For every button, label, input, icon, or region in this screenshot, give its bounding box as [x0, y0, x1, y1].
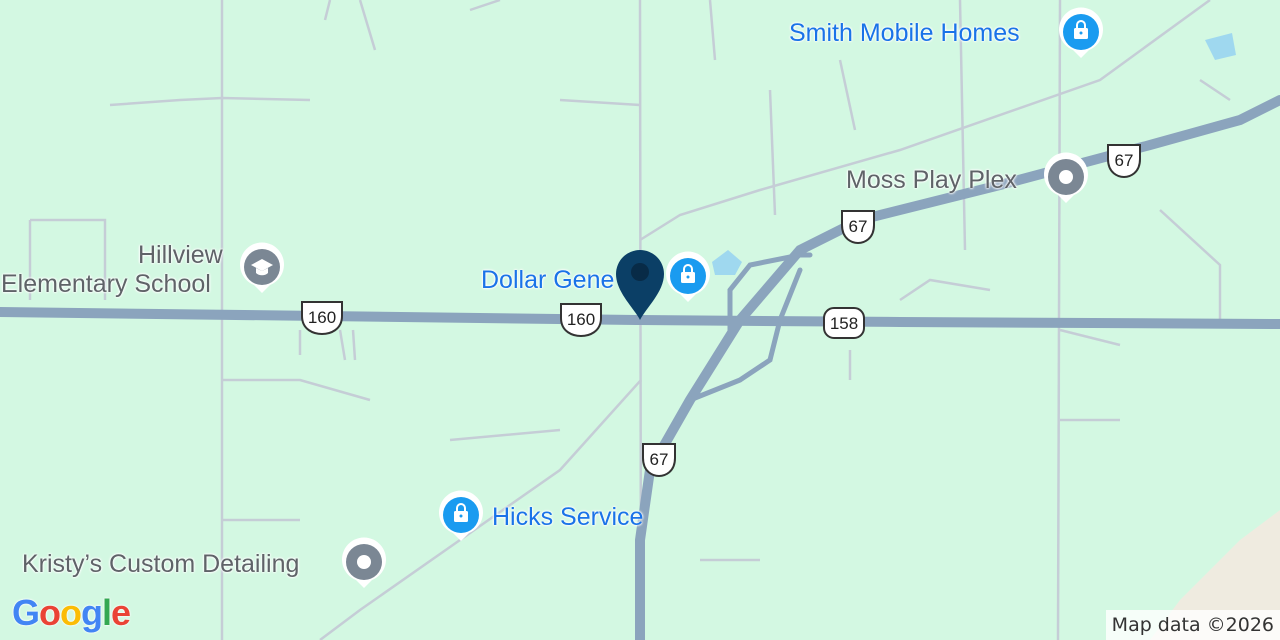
svg-text:67: 67: [650, 450, 669, 469]
map-canvas[interactable]: 160 160 158 67 67 67: [0, 0, 1280, 640]
shield-us67-south: 67: [642, 443, 676, 478]
place-label-moss-play-plex[interactable]: Moss Play Plex: [846, 166, 1017, 194]
svg-text:67: 67: [1115, 151, 1134, 170]
shield-us160-center: 160: [560, 303, 602, 338]
shield-us67-north: 67: [1107, 144, 1141, 179]
place-label-hicks-service[interactable]: Hicks Service: [492, 503, 643, 531]
place-label-hillview-line2[interactable]: Elementary School: [1, 270, 211, 298]
logo-letter: e: [111, 592, 131, 633]
svg-text:67: 67: [849, 217, 868, 236]
svg-text:158: 158: [830, 314, 858, 333]
shield-us160-west: 160: [301, 301, 343, 336]
svg-text:160: 160: [308, 308, 336, 327]
svg-text:160: 160: [567, 310, 595, 329]
place-label-kristys-custom-detailing[interactable]: Kristy’s Custom Detailing: [22, 550, 299, 578]
logo-letter: o: [60, 592, 82, 633]
logo-letter: G: [12, 592, 40, 633]
place-label-hillview-line1[interactable]: Hillview: [138, 241, 223, 269]
shield-state158: 158: [823, 307, 865, 339]
place-label-smith-mobile-homes[interactable]: Smith Mobile Homes: [789, 19, 1020, 47]
logo-letter: o: [39, 592, 61, 633]
place-label-dollar-general[interactable]: Dollar Gene: [481, 266, 614, 294]
logo-letter: g: [81, 592, 103, 633]
map-attribution[interactable]: Map data ©2026: [1105, 610, 1280, 640]
shield-us67-mid: 67: [841, 210, 875, 245]
logo-letter: l: [102, 592, 112, 633]
google-logo: Google: [12, 592, 131, 634]
